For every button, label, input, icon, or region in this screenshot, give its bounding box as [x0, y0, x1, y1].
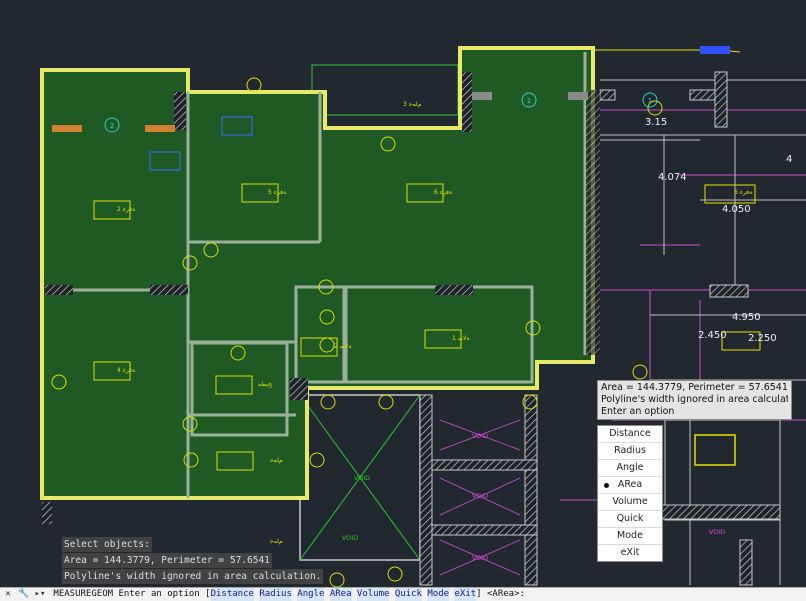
- dimension-label: 2.450: [698, 330, 727, 341]
- void-zone: [299, 394, 538, 586]
- command-suffix: ] <ARea>:: [476, 589, 525, 599]
- dimension-label: 2.250: [748, 333, 777, 344]
- cmd-option-area[interactable]: ARea: [329, 588, 352, 601]
- command-prompt: Enter an option [: [118, 589, 211, 599]
- marker-number: 1: [648, 97, 652, 105]
- void-label: VOID: [472, 554, 488, 562]
- void-label: VOID: [342, 534, 358, 542]
- room-tag: ﺔﻟﺎﺻ 2: [334, 343, 352, 350]
- option-mode[interactable]: Mode: [598, 528, 662, 545]
- options-menu: Distance Radius Angle ARea Volume Quick …: [597, 425, 663, 562]
- history-line: Select objects:: [62, 537, 152, 552]
- room-tag: ﺔﻓﺮﻏ 2: [117, 206, 136, 213]
- tooltip-area-line: Area = 144.3779, Perimeter = 57.6541: [601, 382, 788, 393]
- void-label: VOID: [472, 432, 488, 440]
- command-name: MEASUREGEOM: [53, 589, 114, 599]
- cmd-option-volume[interactable]: Volume: [356, 588, 390, 601]
- dimension-label: 4: [786, 154, 792, 165]
- dimension-label: 4.074: [658, 172, 687, 183]
- void-label: VOID: [472, 492, 488, 500]
- cmd-option-quick[interactable]: Quick: [394, 588, 422, 601]
- option-area[interactable]: ARea: [598, 477, 662, 494]
- marker-number: 2: [110, 122, 114, 130]
- command-line[interactable]: ✕ 🔧 ▸▾ MEASUREGEOM Enter an option [Distan…: [0, 587, 806, 601]
- drawing-canvas[interactable]: ﺔﻓﺮﻏ 2 ﺔﻓﺮﻏ 5 ﺔﻓﺮﻏ 6 ﺔﻓﺮﻏ 4 ﺔﻟﺎﺻ 2 ﺦﺒﻄﻣ …: [0, 0, 806, 600]
- dimension-label: 3.15: [645, 117, 667, 128]
- room-tag: ﻡﺎﻤﺣ: [269, 457, 283, 464]
- option-volume[interactable]: Volume: [598, 494, 662, 511]
- room-tag: ﺔﻟﺎﺻ 1: [452, 335, 470, 342]
- cmd-option-exit[interactable]: eXit: [454, 588, 477, 601]
- room-tag: ﻡﺎﻤﺣ 3: [403, 101, 422, 108]
- option-radius[interactable]: Radius: [598, 443, 662, 460]
- command-dropdown-icon[interactable]: ▸▾: [32, 588, 48, 601]
- room-tag: ﺔﻓﺮﻏ 5: [268, 189, 287, 196]
- dimension-label: 4.050: [722, 204, 751, 215]
- measured-area-polyline[interactable]: [40, 46, 595, 500]
- dimension-texts: 3.15 4.074 4.050 4 4.950 2.450 2.250: [645, 117, 792, 344]
- close-icon[interactable]: ✕: [0, 588, 16, 601]
- option-angle[interactable]: Angle: [598, 460, 662, 477]
- room-tag: ﺔﻓﺮﻏ 6: [734, 189, 753, 196]
- room-tag: ﺔﻓﺮﻏ 6: [434, 189, 453, 196]
- measure-tooltip: Area = 144.3779, Perimeter = 57.6541 Pol…: [597, 380, 792, 420]
- marker-number: 1: [527, 97, 531, 105]
- option-exit[interactable]: eXit: [598, 545, 662, 561]
- blue-marker: [700, 46, 730, 54]
- tooltip-prompt-line: Enter an option: [601, 406, 675, 417]
- tooltip-width-line: Polyline's width ignored in area calcula…: [601, 394, 788, 405]
- void-label: VOID: [354, 474, 370, 482]
- option-quick[interactable]: Quick: [598, 511, 662, 528]
- room-tag: ﺔﻓﺮﻏ 4: [117, 367, 136, 374]
- cmd-option-distance[interactable]: Distance: [210, 588, 254, 601]
- command-history: Select objects: Area = 144.3779, Perimet…: [62, 537, 324, 585]
- cmd-option-mode[interactable]: Mode: [427, 588, 450, 601]
- wrench-icon[interactable]: 🔧: [16, 588, 32, 601]
- dimension-label: 4.950: [732, 312, 761, 323]
- option-distance[interactable]: Distance: [598, 426, 662, 443]
- cmd-option-angle[interactable]: Angle: [297, 588, 325, 601]
- void-label: VOID: [709, 528, 725, 536]
- room-tag: ﺦﺒﻄﻣ: [257, 381, 272, 388]
- history-line: Polyline's width ignored in area calcula…: [62, 569, 324, 584]
- cmd-option-radius[interactable]: Radius: [259, 588, 292, 601]
- history-line: Area = 144.3779, Perimeter = 57.6541: [62, 553, 272, 568]
